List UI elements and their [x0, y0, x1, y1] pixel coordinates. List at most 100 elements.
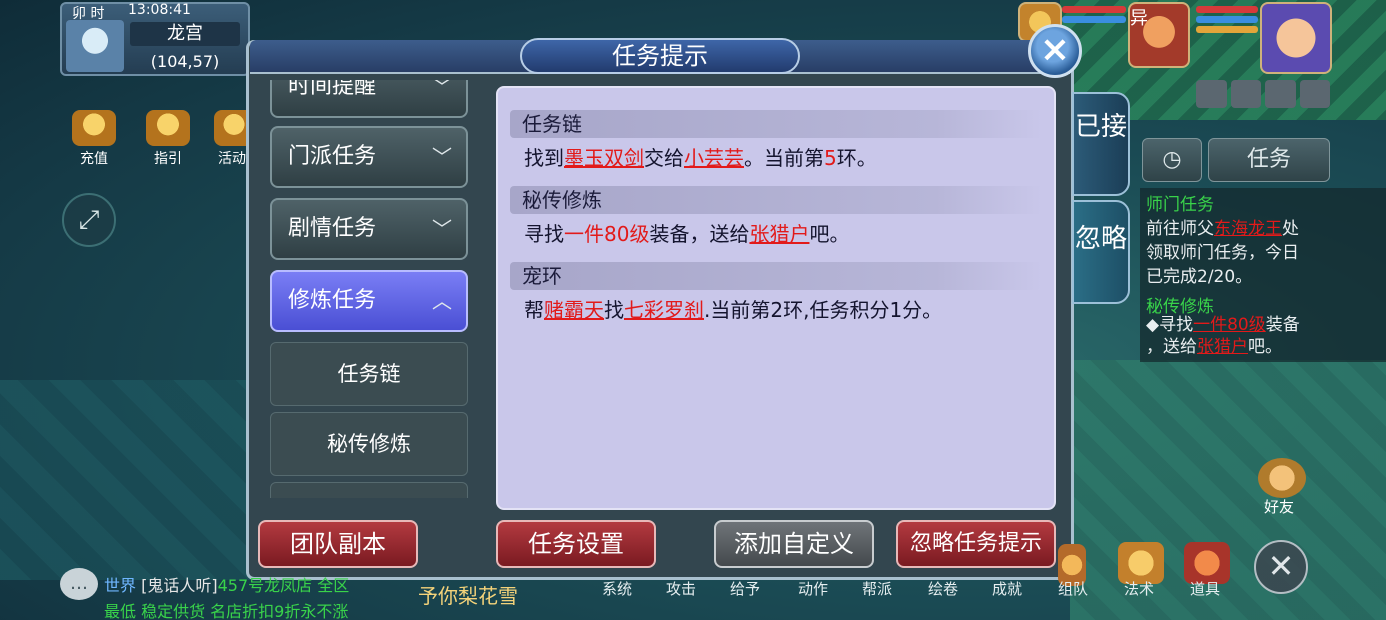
buff-icon[interactable] [1196, 80, 1227, 108]
tracker-text: ，送给 [1146, 337, 1197, 357]
tracker-text: 前往师父 [1146, 219, 1214, 239]
task-text: 寻找 [524, 222, 564, 246]
hero-mp-bar [1196, 16, 1258, 23]
task-text: 帮 [524, 298, 544, 322]
location-coords: (104,57) [150, 52, 220, 71]
ignore-task-tips-button[interactable]: 忽略任务提示 [896, 520, 1056, 568]
menu-label: 剧情任务 [288, 216, 377, 241]
task-highlight: 5 [824, 146, 837, 170]
chat-line-1[interactable]: 世界 [鬼话人听]457号龙凤店 全区 [104, 572, 349, 596]
tracker-npc-link[interactable]: 东海龙王 [1214, 219, 1282, 239]
tracker-text: 吧。 [1248, 337, 1282, 357]
bottom-guild[interactable]: 帮派 [862, 578, 892, 599]
dialog-title: 任务提示 [612, 42, 708, 70]
bottom-items[interactable]: 道具 [1190, 578, 1220, 599]
tab-ignored[interactable]: 忽略 [1072, 200, 1130, 304]
task-text: 找到 [524, 146, 564, 170]
chevron-up-icon: ︿ [432, 289, 452, 313]
menu-sect-tasks[interactable]: 门派任务 ﹀ [270, 126, 468, 188]
buff-icon[interactable] [1265, 80, 1296, 108]
menu-label: 修炼任务 [288, 288, 377, 313]
pet-mp-bar [1062, 16, 1126, 23]
task-category-menu: 时间提醒 ﹀ 门派任务 ﹀ 剧情任务 ﹀ 修炼任务 ︿ 任务链 秘传修炼 [268, 80, 470, 498]
recharge-icon [72, 110, 116, 146]
menu-story-tasks[interactable]: 剧情任务 ﹀ [270, 198, 468, 260]
menu-training-tasks[interactable]: 修炼任务 ︿ [270, 270, 468, 332]
tracker-sect-line3: 已完成2/20。 [1146, 267, 1253, 287]
menu-label: 时间提醒 [288, 80, 377, 99]
tracker-sect-title[interactable]: 师门任务 [1146, 190, 1214, 215]
buff-row [1196, 80, 1330, 108]
team-dungeon-button[interactable]: 团队副本 [258, 520, 418, 568]
shortcut-activity[interactable]: 活动 [214, 110, 250, 168]
task-link[interactable]: 张猎户 [749, 222, 809, 246]
task-text: 环。 [836, 146, 877, 170]
guide-scroll-icon [146, 110, 190, 146]
task-desc: 寻找一件80级装备，送给张猎户吧。 [524, 218, 849, 247]
friends-label: 好友 [1264, 498, 1295, 516]
task-link[interactable]: 墨玉双剑 [564, 146, 644, 170]
shortcut-guide[interactable]: 指引 [142, 110, 194, 168]
chat-message: 457号龙凤店 全区 [217, 576, 350, 595]
chevron-down-icon: ﹀ [432, 145, 452, 169]
tracker-npc-link[interactable]: 张猎户 [1197, 337, 1248, 357]
hero-portrait[interactable] [1260, 2, 1332, 74]
player-avatar[interactable] [66, 20, 124, 72]
task-text: 找 [604, 298, 624, 322]
clock: 13:08:41 [128, 2, 191, 18]
location-name: 龙宫 [130, 22, 240, 46]
bottom-give[interactable]: 给予 [730, 578, 760, 599]
timer-button[interactable]: ◷ [1142, 138, 1202, 182]
task-highlight: 一件80级 [564, 222, 650, 246]
bottom-team[interactable]: 组队 [1058, 578, 1088, 599]
close-menu-icon[interactable]: ✕ [1254, 540, 1308, 594]
tracker-sect-line1[interactable]: 前往师父东海龙王处 [1146, 214, 1299, 239]
menu-time-reminder[interactable]: 时间提醒 ﹀ [270, 80, 468, 118]
task-detail-panel: 任务链 找到墨玉双剑交给小芸芸。当前第5环。 秘传修炼 寻找一件80级装备，送给… [496, 86, 1056, 510]
task-title: 宠环 [510, 262, 1042, 290]
task-text: 。当前第 [744, 146, 824, 170]
tracker-text: 处 [1282, 219, 1299, 239]
chat-speaker: [鬼话人听] [141, 576, 218, 595]
add-custom-button[interactable]: 添加自定义 [714, 520, 874, 568]
tracker-secret-line2[interactable]: ，送给张猎户吧。 [1146, 332, 1282, 357]
task-desc: 帮赌霸天找七彩罗刹.当前第2环,任务积分1分。 [524, 294, 942, 323]
buff-icon[interactable] [1299, 80, 1330, 108]
task-link[interactable]: 七彩罗刹 [624, 298, 704, 322]
tab-accepted[interactable]: 已接 [1072, 92, 1130, 196]
hero-sp-bar [1196, 26, 1258, 33]
hero-hp-bar [1196, 6, 1258, 13]
chevron-down-icon: ﹀ [432, 217, 452, 241]
submenu-next[interactable] [270, 482, 468, 498]
friends-icon[interactable] [1258, 458, 1306, 498]
task-settings-button[interactable]: 任务设置 [496, 520, 656, 568]
task-link[interactable]: 小芸芸 [684, 146, 744, 170]
shortcut-label: 充值 [80, 151, 108, 167]
bottom-achievement[interactable]: 成就 [992, 578, 1022, 599]
chat-overlay-text: 予你梨花雪 [418, 584, 518, 608]
shortcut-recharge[interactable]: 充值 [68, 110, 120, 168]
submenu-secret-training[interactable]: 秘传修炼 [270, 412, 468, 476]
buff-icon[interactable] [1230, 80, 1261, 108]
submenu-task-chain[interactable]: 任务链 [270, 342, 468, 406]
bottom-action[interactable]: 动作 [798, 578, 828, 599]
tracker-sect-line2: 领取师门任务，今日 [1146, 243, 1299, 263]
task-desc: 找到墨玉双剑交给小芸芸。当前第5环。 [524, 142, 877, 171]
bottom-scroll[interactable]: 绘卷 [928, 578, 958, 599]
menu-label: 门派任务 [288, 144, 377, 169]
close-button[interactable]: × [1028, 24, 1082, 78]
expand-arrows-icon[interactable]: ⤢ [62, 193, 116, 247]
task-text: 装备，送给 [649, 222, 750, 246]
chat-bubble-icon[interactable]: … [60, 568, 98, 600]
task-link[interactable]: 赌霸天 [544, 298, 604, 322]
task-text: .当前第2环,任务积分1分。 [704, 298, 943, 322]
portrait-char: 异 [1130, 8, 1148, 29]
tracker-task-button[interactable]: 任务 [1208, 138, 1330, 182]
bottom-spell[interactable]: 法术 [1124, 578, 1154, 599]
bottom-system[interactable]: 系统 [602, 578, 632, 599]
bottom-attack[interactable]: 攻击 [666, 578, 696, 599]
chat-line-2: 最低 稳定供货 名店折扣9折永不涨 [104, 602, 349, 620]
task-text: 交给 [644, 146, 684, 170]
chevron-down-icon: ﹀ [432, 80, 452, 99]
task-title: 任务链 [510, 110, 1042, 138]
